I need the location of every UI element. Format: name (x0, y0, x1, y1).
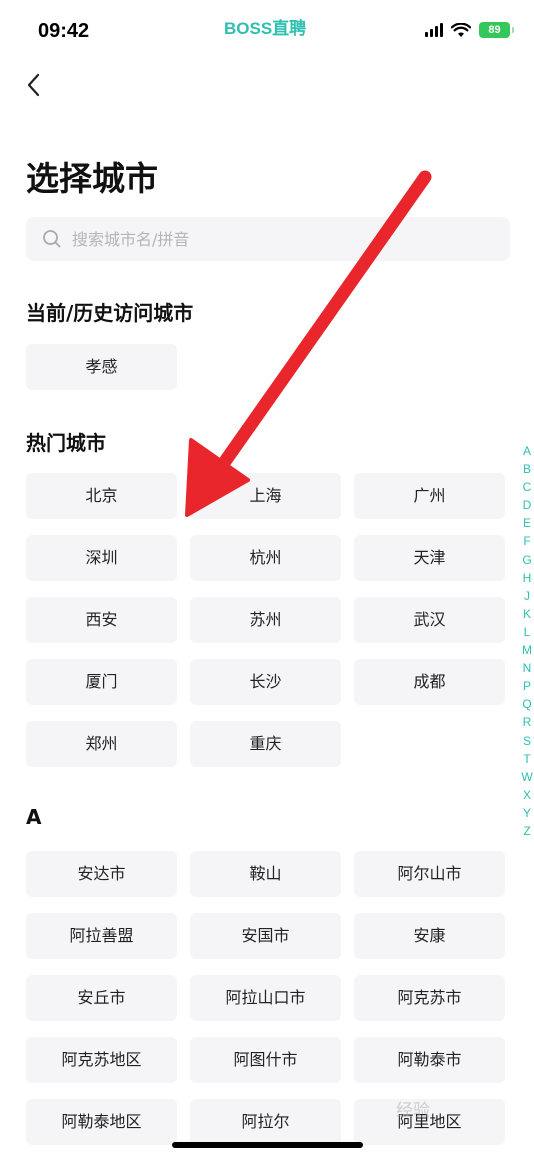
alpha-index-letter[interactable]: Z (520, 822, 534, 840)
city-button-hot[interactable]: 西安 (26, 597, 177, 643)
wifi-icon (451, 22, 471, 37)
alpha-index-letter[interactable]: M (520, 641, 534, 659)
alpha-index-letter[interactable]: J (520, 587, 534, 605)
history-section-title: 当前/历史访问城市 (26, 301, 194, 325)
letter-section-title-a: A (26, 805, 42, 829)
city-button-a[interactable]: 阿尔山市 (354, 851, 505, 897)
alpha-index-letter[interactable]: W (520, 768, 534, 786)
search-icon (43, 230, 61, 248)
alpha-index-letter[interactable]: K (520, 605, 534, 623)
city-button-a[interactable]: 阿拉善盟 (26, 913, 177, 959)
city-button-hot[interactable]: 杭州 (190, 535, 341, 581)
city-button-history[interactable]: 孝感 (26, 344, 177, 390)
home-indicator (172, 1142, 363, 1148)
alpha-index-letter[interactable]: T (520, 750, 534, 768)
signal-icon (425, 23, 443, 37)
city-button-hot[interactable]: 郑州 (26, 721, 177, 767)
city-button-hot[interactable]: 天津 (354, 535, 505, 581)
alpha-index-letter[interactable]: L (520, 623, 534, 641)
alpha-index-letter[interactable]: E (520, 514, 534, 532)
search-input[interactable] (72, 229, 452, 249)
status-icons: 89 (425, 22, 514, 38)
city-button-hot[interactable]: 广州 (354, 473, 505, 519)
alpha-index-letter[interactable]: D (520, 496, 534, 514)
hot-section-title: 热门城市 (26, 431, 106, 455)
alpha-index-letter[interactable]: C (520, 478, 534, 496)
city-button-a[interactable]: 阿图什市 (190, 1037, 341, 1083)
city-button-hot[interactable]: 厦门 (26, 659, 177, 705)
status-app-name: BOSS直聘 (224, 19, 307, 38)
city-button-hot[interactable]: 苏州 (190, 597, 341, 643)
alpha-index-letter[interactable]: X (520, 786, 534, 804)
status-bar: 09:42 BOSS直聘 89 (0, 0, 534, 62)
alpha-index-letter[interactable]: H (520, 569, 534, 587)
city-button-a[interactable]: 鞍山 (190, 851, 341, 897)
alpha-index-letter[interactable]: P (520, 677, 534, 695)
alphabet-index: A B C D E F G H J K L M N P Q R S T W X … (520, 442, 534, 840)
city-button-hot[interactable]: 成都 (354, 659, 505, 705)
city-button-a[interactable]: 安康 (354, 913, 505, 959)
alpha-index-letter[interactable]: R (520, 713, 534, 731)
city-button-a[interactable]: 安丘市 (26, 975, 177, 1021)
status-time: 09:42 (38, 20, 90, 42)
city-button-hot[interactable]: 长沙 (190, 659, 341, 705)
city-button-hot[interactable]: 上海 (190, 473, 341, 519)
city-button-a[interactable]: 阿拉尔 (190, 1099, 341, 1145)
alpha-index-letter[interactable]: B (520, 460, 534, 478)
chevron-left-icon (27, 73, 40, 97)
alpha-index-letter[interactable]: F (520, 532, 534, 550)
back-button[interactable] (18, 68, 48, 102)
alpha-index-letter[interactable]: Q (520, 695, 534, 713)
search-box[interactable] (26, 217, 510, 261)
city-button-a[interactable]: 安达市 (26, 851, 177, 897)
alpha-index-letter[interactable]: S (520, 732, 534, 750)
alpha-index-letter[interactable]: G (520, 551, 534, 569)
city-button-a[interactable]: 阿勒泰地区 (26, 1099, 177, 1145)
battery-icon: 89 (479, 22, 514, 38)
city-button-a[interactable]: 阿克苏市 (354, 975, 505, 1021)
city-button-a[interactable]: 阿克苏地区 (26, 1037, 177, 1083)
city-button-hot[interactable]: 北京 (26, 473, 177, 519)
alpha-index-letter[interactable]: Y (520, 804, 534, 822)
city-button-hot[interactable]: 重庆 (190, 721, 341, 767)
alpha-index-letter[interactable]: N (520, 659, 534, 677)
city-button-a[interactable]: 阿拉山口市 (190, 975, 341, 1021)
city-button-a[interactable]: 阿勒泰市 (354, 1037, 505, 1083)
city-button-hot[interactable]: 深圳 (26, 535, 177, 581)
city-button-hot[interactable]: 武汉 (354, 597, 505, 643)
alpha-index-letter[interactable]: A (520, 442, 534, 460)
city-button-a[interactable]: 安国市 (190, 913, 341, 959)
watermark: 经验 (396, 1101, 430, 1120)
page-title: 选择城市 (26, 159, 158, 198)
